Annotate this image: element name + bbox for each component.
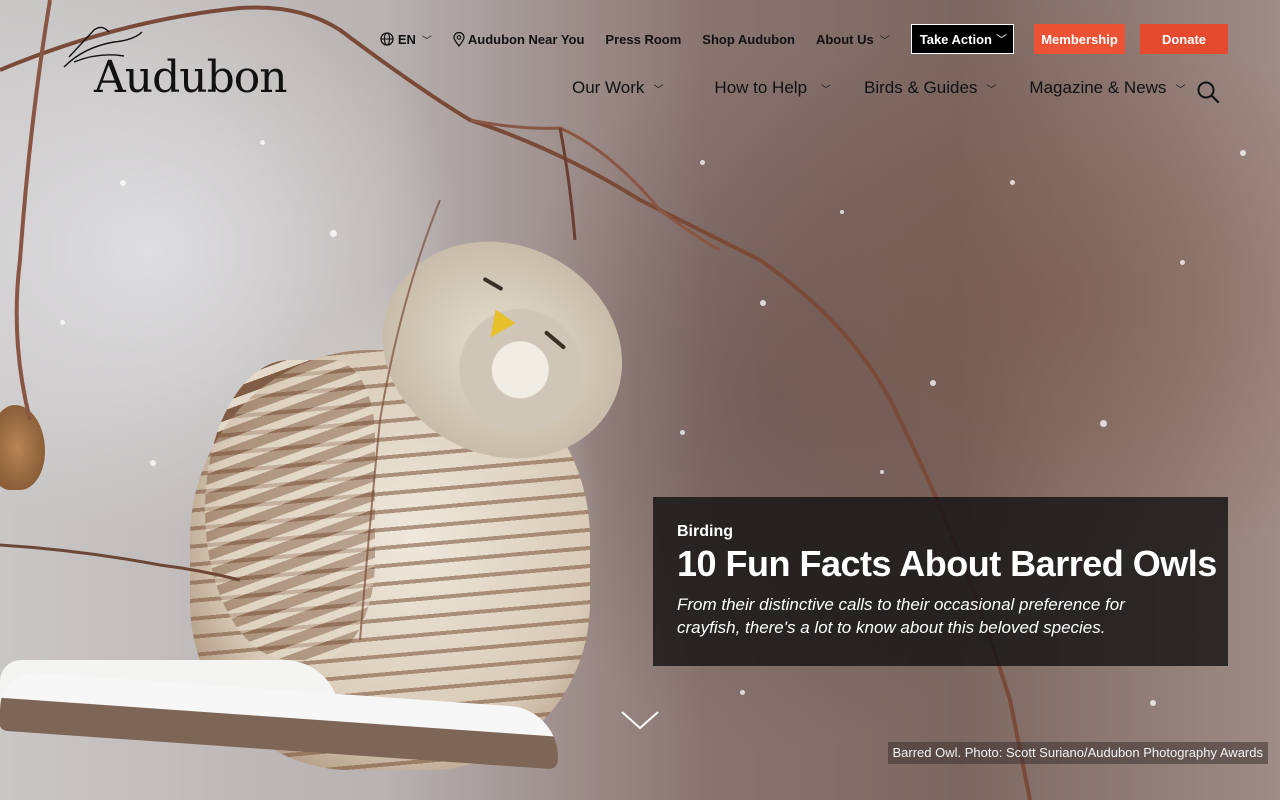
feature-card[interactable]: Birding 10 Fun Facts About Barred Owls F… [653,497,1228,666]
take-action-label: Take Action [919,31,992,47]
search-button[interactable] [1196,80,1220,104]
chevron-down-icon: ﹀ [421,35,432,47]
nav-our-work-label: Our Work [572,78,645,97]
chevron-down-icon: ﹀ [996,34,1007,46]
about-us-menu[interactable]: About Us ﹀ [816,32,890,47]
near-you-label: Audubon Near You [467,31,585,47]
chevron-down-icon [621,711,659,730]
photo-credit: Barred Owl. Photo: Scott Suriano/Audubon… [887,742,1268,764]
nav-magazine-news[interactable]: Magazine & News ﹀ [1029,78,1185,98]
chevron-down-icon: ﹀ [821,84,832,96]
scroll-down-button[interactable] [620,708,660,732]
about-us-label: About Us [815,31,874,47]
chevron-down-icon: ﹀ [879,35,890,47]
utility-bar: EN ﹀ Audubon Near You Press Room Shop Au… [380,24,1228,54]
language-label: EN [397,31,416,47]
nav-how-to-help-label: How to Help [714,78,808,97]
feature-title[interactable]: 10 Fun Facts About Barred Owls [677,543,1217,585]
main-navigation: Our Work ﹀ How to Help ﹀ Birds & Guides … [572,78,1218,98]
chevron-down-icon: ﹀ [986,84,997,96]
nav-our-work[interactable]: Our Work ﹀ [572,78,663,98]
audubon-near-you-link[interactable]: Audubon Near You [453,31,585,47]
search-icon [1197,81,1220,104]
map-pin-icon [453,31,465,47]
nav-birds-guides-label: Birds & Guides [864,78,978,97]
feature-category[interactable]: Birding [677,523,1204,541]
twig-branches [0,0,1032,800]
take-action-button[interactable]: Take Action ﹀ [910,24,1014,54]
chevron-down-icon: ﹀ [1175,84,1186,96]
nav-magazine-news-label: Magazine & News [1029,78,1167,97]
audubon-logo[interactable]: Audubon [54,22,294,103]
globe-icon [380,32,394,46]
press-room-link[interactable]: Press Room [605,32,681,47]
nav-how-to-help[interactable]: How to Help ﹀ [714,78,831,98]
logo-wordmark: Audubon [94,52,288,103]
chevron-down-icon: ﹀ [653,84,664,96]
hero-image [0,0,1280,800]
shop-audubon-link[interactable]: Shop Audubon [702,32,795,47]
membership-button[interactable]: Membership [1034,24,1125,54]
nav-birds-guides[interactable]: Birds & Guides ﹀ [864,78,996,98]
feature-description: From their distinctive calls to their oc… [677,595,1125,637]
language-selector[interactable]: EN ﹀ [380,32,432,47]
donate-button[interactable]: Donate [1140,24,1228,54]
